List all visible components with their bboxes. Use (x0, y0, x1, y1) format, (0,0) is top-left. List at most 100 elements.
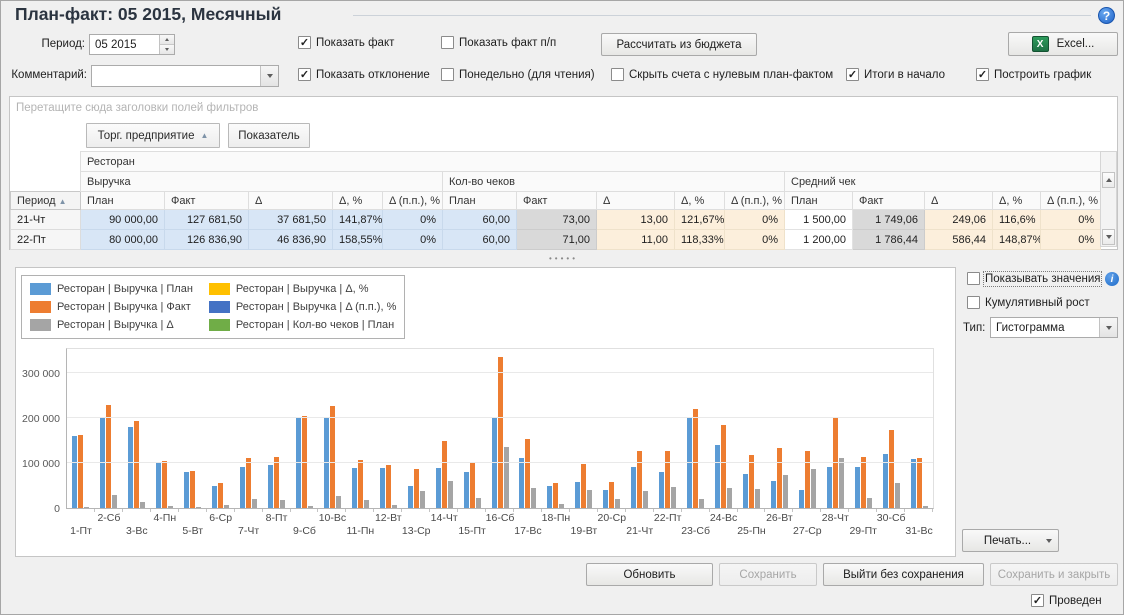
x-axis-label: 31-Вс (905, 525, 932, 537)
save-button[interactable]: Сохранить (719, 563, 817, 586)
column-header[interactable]: План (785, 192, 853, 210)
column-header[interactable]: Δ, % (333, 192, 383, 210)
legend-label: Ресторан | Выручка | План (57, 283, 193, 295)
bar (296, 418, 301, 508)
x-axis-label: 15-Пт (458, 525, 486, 537)
table-cell[interactable]: 1 200,00 (785, 230, 853, 250)
print-button[interactable]: Печать... (962, 529, 1059, 552)
bar (553, 483, 558, 508)
table-cell: 60,00 (443, 210, 517, 230)
spin-down-icon[interactable] (160, 44, 174, 54)
excel-button[interactable]: X Excel... (1008, 32, 1118, 56)
weekly-checkbox[interactable]: Понедельно (для чтения) (441, 68, 595, 81)
help-icon[interactable]: ? (1098, 7, 1115, 24)
row-header[interactable]: 21-Чт (11, 210, 81, 230)
column-header[interactable]: План (81, 192, 165, 210)
checkbox-box[interactable] (441, 68, 454, 81)
checkbox-box[interactable]: ✓ (976, 68, 989, 81)
table-cell: 249,06 (925, 210, 993, 230)
bar (408, 486, 413, 508)
column-header[interactable]: Факт (853, 192, 925, 210)
hide-zero-accounts-checkbox[interactable]: Скрыть счета с нулевым план-фактом (611, 68, 833, 81)
checkbox-box[interactable]: ✓ (298, 36, 311, 49)
comment-dropdown-icon[interactable] (260, 66, 278, 86)
show-fact-pp-checkbox[interactable]: Показать факт п/п (441, 36, 556, 49)
period-input[interactable]: 05 2015 (89, 34, 175, 55)
field-button-trade-enterprise[interactable]: Торг. предприятие ▲ (86, 123, 220, 148)
bar (436, 468, 441, 508)
checkbox-box[interactable] (441, 36, 454, 49)
show-fact-checkbox[interactable]: ✓Показать факт (298, 36, 394, 49)
bar (274, 457, 279, 508)
calc-from-budget-button[interactable]: Рассчитать из бюджета (601, 33, 757, 56)
legend-item: Ресторан | Выручка | Факт (30, 298, 193, 316)
group-header: Средний чек (785, 172, 1101, 192)
bar (106, 405, 111, 508)
spin-up-icon[interactable] (160, 35, 174, 44)
chart-type-dropdown-icon[interactable] (1099, 318, 1117, 337)
y-axis-label: 200 000 (16, 413, 60, 425)
bar (492, 418, 497, 508)
chart-type-select[interactable]: Гистограмма (990, 317, 1118, 338)
page-title: План-факт: 05 2015, Месячный (15, 4, 281, 25)
group-header: Кол-во чеков (443, 172, 785, 192)
checkbox-box[interactable] (967, 272, 980, 285)
bar (330, 406, 335, 508)
bar (581, 464, 586, 508)
show-deviation-checkbox[interactable]: ✓Показать отклонение (298, 68, 430, 81)
table-vertical-scrollbar[interactable] (1100, 151, 1117, 247)
legend-swatch (209, 301, 230, 313)
exit-without-save-button[interactable]: Выйти без сохранения (823, 563, 984, 586)
checkbox-box[interactable]: ✓ (298, 68, 311, 81)
table-cell: 127 681,50 (165, 210, 249, 230)
x-axis-label: 5-Вт (182, 525, 203, 537)
scroll-up-icon[interactable] (1102, 172, 1115, 188)
column-header[interactable]: Δ, % (675, 192, 725, 210)
bar (637, 451, 642, 508)
refresh-button[interactable]: Обновить (586, 563, 713, 586)
field-button-indicator[interactable]: Показатель (228, 123, 310, 148)
column-header[interactable]: Δ (597, 192, 675, 210)
bar (324, 418, 329, 508)
bar (895, 483, 900, 508)
table-cell[interactable]: 1 500,00 (785, 210, 853, 230)
checkbox-label: Кумулятивный рост (985, 297, 1090, 309)
bar (190, 471, 195, 508)
comment-combobox[interactable] (91, 65, 279, 87)
checkbox-box[interactable] (611, 68, 624, 81)
bar (665, 451, 670, 508)
row-header[interactable]: 22-Пт (11, 230, 81, 250)
cumulative-growth-checkbox[interactable]: Кумулятивный рост (967, 296, 1090, 309)
column-header[interactable]: Δ (п.п.), % (725, 192, 785, 210)
period-column-header[interactable]: Период ▲ (11, 192, 81, 210)
checkbox-box[interactable]: ✓ (846, 68, 859, 81)
totals-first-checkbox[interactable]: ✓Итоги в начало (846, 68, 945, 81)
x-axis-label: 30-Сб (877, 512, 906, 524)
column-header[interactable]: Факт (165, 192, 249, 210)
period-value: 05 2015 (90, 39, 159, 51)
bar (811, 469, 816, 508)
splitter-handle[interactable]: ••••• (9, 252, 1118, 264)
save-and-close-button[interactable]: Сохранить и закрыть (990, 563, 1118, 586)
column-header[interactable]: Δ (п.п.), % (1041, 192, 1101, 210)
x-axis-label: 4-Пн (153, 512, 176, 524)
bar (156, 463, 161, 508)
build-chart-checkbox[interactable]: ✓Построить график (976, 68, 1091, 81)
column-header[interactable]: Δ (249, 192, 333, 210)
checkbox-box[interactable] (967, 296, 980, 309)
scroll-down-icon[interactable] (1102, 229, 1115, 245)
column-header[interactable]: Δ (п.п.), % (383, 192, 443, 210)
org-band-header: Ресторан (81, 152, 1101, 172)
column-header[interactable]: Факт (517, 192, 597, 210)
column-header[interactable]: Δ (925, 192, 993, 210)
checkbox-box[interactable]: ✓ (1031, 594, 1044, 607)
info-icon[interactable]: i (1105, 272, 1119, 286)
table-cell: 118,33% (675, 230, 725, 250)
table-cell: 13,00 (597, 210, 675, 230)
column-header[interactable]: План (443, 192, 517, 210)
column-header[interactable]: Δ, % (993, 192, 1041, 210)
period-spinner[interactable] (159, 35, 174, 54)
posted-checkbox[interactable]: ✓Проведен (1031, 594, 1102, 607)
bar (531, 488, 536, 508)
show-values-checkbox[interactable]: Показывать значения (967, 272, 1100, 285)
